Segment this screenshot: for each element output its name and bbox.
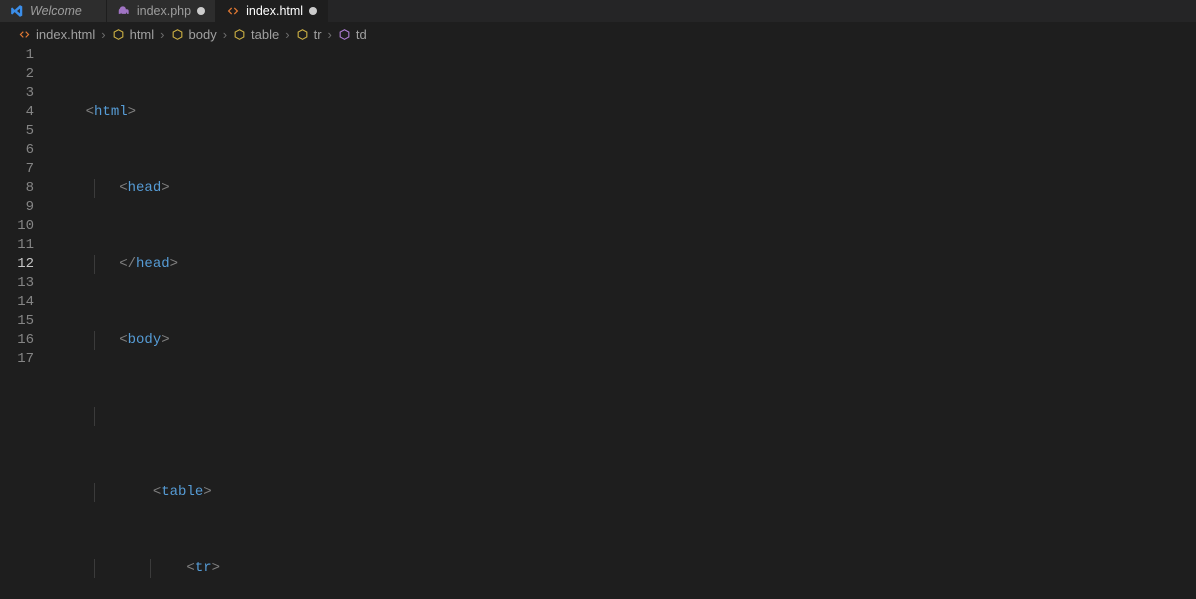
cube-icon	[296, 28, 309, 41]
tab-label: index.php	[137, 4, 191, 18]
breadcrumb-label: index.html	[36, 27, 95, 42]
code-icon	[226, 4, 240, 18]
cube-icon	[233, 28, 246, 41]
line-number: 1	[0, 46, 34, 65]
code-line	[52, 407, 1196, 426]
code-line: <html>	[52, 103, 1196, 122]
breadcrumb-item-html[interactable]: html	[112, 27, 155, 42]
tab-index-html[interactable]: index.html	[216, 0, 328, 22]
editor[interactable]: 1 2 3 4 5 6 7 8 9 10 11 12 13 14 15 16 1…	[0, 46, 1196, 599]
breadcrumb-item-file[interactable]: index.html	[18, 27, 95, 42]
tab-welcome[interactable]: Welcome	[0, 0, 107, 22]
cube-icon	[112, 28, 125, 41]
chevron-right-icon: ›	[221, 27, 229, 42]
cube-icon	[171, 28, 184, 41]
breadcrumb-item-td[interactable]: td	[338, 27, 367, 42]
line-number: 11	[0, 236, 34, 255]
code-area[interactable]: <html> <head> </head> <body> <table> <tr…	[52, 46, 1196, 599]
breadcrumb-item-table[interactable]: table	[233, 27, 279, 42]
line-number: 16	[0, 331, 34, 350]
breadcrumb-label: td	[356, 27, 367, 42]
code-line: <head>	[52, 179, 1196, 198]
line-number: 6	[0, 141, 34, 160]
tab-label: index.html	[246, 4, 303, 18]
chevron-right-icon: ›	[283, 27, 291, 42]
line-number: 8	[0, 179, 34, 198]
breadcrumb-label: table	[251, 27, 279, 42]
chevron-right-icon: ›	[326, 27, 334, 42]
line-number: 7	[0, 160, 34, 179]
code-icon	[18, 28, 31, 41]
breadcrumb-label: tr	[314, 27, 322, 42]
elephant-icon	[117, 4, 131, 18]
chevron-right-icon: ›	[99, 27, 107, 42]
line-number: 17	[0, 350, 34, 369]
line-number: 10	[0, 217, 34, 236]
vscode-icon	[10, 4, 24, 18]
line-number: 5	[0, 122, 34, 141]
line-number: 12	[0, 255, 34, 274]
code-line: </head>	[52, 255, 1196, 274]
code-line: <body>	[52, 331, 1196, 350]
line-number: 9	[0, 198, 34, 217]
dirty-dot	[309, 7, 317, 15]
chevron-right-icon: ›	[158, 27, 166, 42]
tab-bar: Welcome index.php index.html	[0, 0, 1196, 22]
breadcrumb-item-body[interactable]: body	[171, 27, 217, 42]
dirty-dot	[197, 7, 205, 15]
code-line: <tr>	[52, 559, 1196, 578]
breadcrumb-label: html	[130, 27, 155, 42]
breadcrumb: index.html › html › body › table › tr › …	[0, 22, 1196, 46]
line-number: 3	[0, 84, 34, 103]
line-number: 2	[0, 65, 34, 84]
line-number: 15	[0, 312, 34, 331]
line-number: 14	[0, 293, 34, 312]
line-number-gutter: 1 2 3 4 5 6 7 8 9 10 11 12 13 14 15 16 1…	[0, 46, 52, 599]
code-line: <table>	[52, 483, 1196, 502]
line-number: 4	[0, 103, 34, 122]
tab-label: Welcome	[30, 4, 82, 18]
breadcrumb-label: body	[189, 27, 217, 42]
tab-index-php[interactable]: index.php	[107, 0, 216, 22]
cube-icon	[338, 28, 351, 41]
breadcrumb-item-tr[interactable]: tr	[296, 27, 322, 42]
line-number: 13	[0, 274, 34, 293]
